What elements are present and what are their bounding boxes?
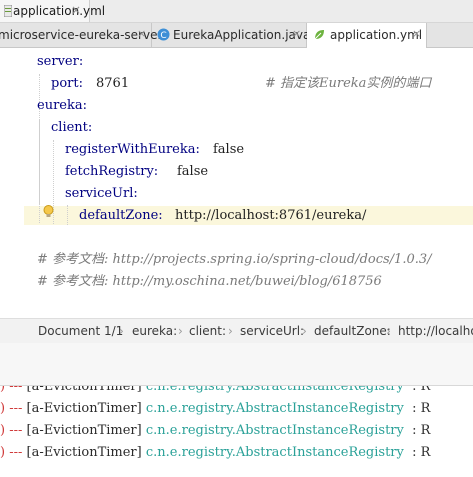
close-icon[interactable]: × — [71, 3, 81, 17]
tab-application-yml[interactable]: application.yml × — [307, 23, 427, 48]
indent-guide — [39, 119, 40, 223]
tab-label: EurekaApplication.java — [173, 28, 311, 42]
breadcrumb-client[interactable]: client: — [189, 324, 226, 338]
breadcrumb-url[interactable]: http://localhos — [398, 324, 473, 338]
code-value: 8761 — [96, 76, 130, 91]
breadcrumb-separator: › — [302, 324, 307, 338]
editor-tab-bar: microservice-eureka-server × C EurekaApp… — [0, 23, 473, 48]
code-value: false — [177, 164, 209, 179]
console-line: ) --- [a-EvictionTimer] c.n.e.registry.A… — [0, 401, 431, 416]
title-tab[interactable]: application.yml × — [0, 0, 105, 22]
code-line: eureka: — [37, 98, 87, 113]
breadcrumb-separator: › — [178, 324, 183, 338]
code-value: false — [213, 142, 245, 157]
breadcrumb: Document 1/1 › eureka: › client: › servi… — [0, 318, 473, 344]
window-title-bar: application.yml × — [0, 0, 473, 23]
code-line: serviceUrl: — [65, 186, 138, 201]
tab-eureka-application-java[interactable]: C EurekaApplication.java × — [152, 23, 311, 47]
breadcrumb-separator: › — [119, 324, 124, 338]
svg-text:C: C — [160, 31, 166, 41]
tab-microservice-eureka-server[interactable]: microservice-eureka-server × — [0, 23, 162, 47]
breadcrumb-separator: › — [228, 324, 233, 338]
code-comment: # 参考文档: http://projects.spring.io/spring… — [37, 252, 432, 267]
tab-label: application.yml — [330, 28, 423, 42]
code-value: http://localhost:8761/eureka/ — [175, 208, 367, 223]
code-comment: # 指定该Eureka实例的端口 — [265, 76, 432, 91]
code-line: port: — [51, 76, 83, 91]
close-icon[interactable]: × — [412, 27, 421, 40]
breadcrumb-defaultzone[interactable]: defaultZone: — [314, 324, 391, 338]
spring-leaf-icon — [314, 30, 324, 40]
java-class-icon: C — [157, 28, 170, 41]
console-line: ) --- [a-EvictionTimer] c.n.e.registry.A… — [0, 423, 431, 438]
code-line: registerWithEureka: — [65, 142, 200, 157]
code-line: server: — [37, 54, 84, 69]
code-line: client: — [51, 120, 93, 135]
breadcrumb-serviceurl[interactable]: serviceUrl: — [240, 324, 304, 338]
panel-divider — [0, 343, 473, 386]
close-icon[interactable]: × — [292, 27, 301, 40]
close-icon[interactable]: × — [137, 27, 146, 40]
code-line: defaultZone: — [79, 208, 163, 223]
code-comment: # 参考文档: http://my.oschina.net/buwei/blog… — [37, 274, 382, 289]
indent-guide — [67, 205, 68, 225]
breadcrumb-separator: › — [386, 324, 391, 338]
console-line: ) --- [a-EvictionTimer] c.n.e.registry.A… — [0, 445, 431, 460]
title-tab-label: application.yml — [13, 4, 106, 18]
yaml-file-icon — [4, 5, 12, 17]
code-line: fetchRegistry: — [65, 164, 159, 179]
lightbulb-icon[interactable] — [43, 204, 54, 223]
breadcrumb-eureka[interactable]: eureka: — [132, 324, 177, 338]
breadcrumb-document[interactable]: Document 1/1 — [38, 324, 123, 338]
